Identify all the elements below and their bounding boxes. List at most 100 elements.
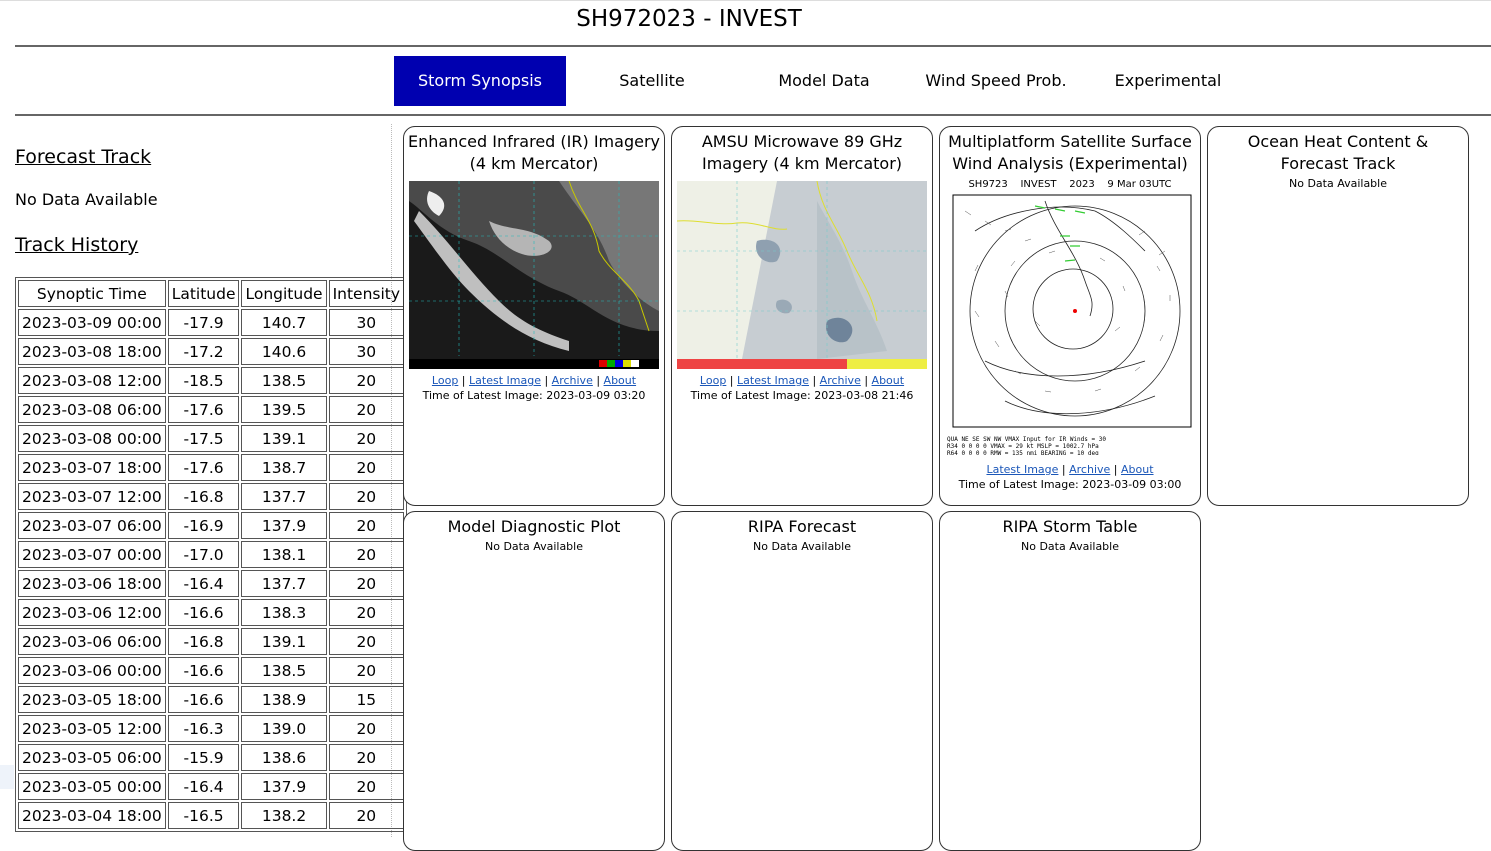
cell-intensity: 20 [328,570,405,597]
cell-latitude: -17.0 [167,541,240,568]
ir-latest-link[interactable]: Latest Image [469,374,541,387]
wind-about-link[interactable]: About [1121,463,1154,476]
ohc-card-title: Ocean Heat Content & Forecast Track [1247,132,1429,173]
ohc-nodata: No Data Available [1288,177,1387,190]
cell-synoptic-time: 2023-03-07 12:00 [18,483,166,510]
table-row: 2023-03-07 18:00 -17.6 138.7 20 [18,454,405,481]
track-history-heading[interactable]: Track History [15,234,138,256]
table-header-row: Synoptic Time Latitude Longitude Intensi… [18,280,405,307]
forecast-track-nodata: No Data Available [15,190,158,209]
table-row: 2023-03-05 18:00 -16.6 138.9 15 [18,686,405,713]
cell-longitude: 138.3 [241,599,327,626]
table-row: 2023-03-08 18:00 -17.2 140.6 30 [18,338,405,365]
cell-latitude: -16.6 [167,599,240,626]
ir-latest-time: Time of Latest Image: 2023-03-09 03:20 [422,389,646,402]
col-latitude: Latitude [167,280,240,307]
ir-loop-link[interactable]: Loop [432,374,458,387]
cell-longitude: 138.1 [241,541,327,568]
cell-intensity: 20 [328,425,405,452]
table-row: 2023-03-07 12:00 -16.8 137.7 20 [18,483,405,510]
cell-longitude: 138.6 [241,744,327,771]
ripa-nodata: No Data Available [752,540,851,553]
page-edge-marker [0,765,14,789]
table-row: 2023-03-06 00:00 -16.6 138.5 20 [18,657,405,684]
wind-analysis-image[interactable]: SH9723 INVEST 2023 9 Mar 03UTC QUA NE SE [945,179,1195,457]
ripa-table-card-title: RIPA Storm Table [1002,517,1138,536]
cell-intensity: 20 [328,396,405,423]
table-row: 2023-03-04 18:00 -16.5 138.2 20 [18,802,405,829]
amsu-imagery-card: AMSU Microwave 89 GHz Imagery (4 km Merc… [671,126,933,506]
amsu-archive-link[interactable]: Archive [820,374,861,387]
cell-intensity: 20 [328,802,405,829]
wind-archive-link[interactable]: Archive [1069,463,1110,476]
diag-card-title: Model Diagnostic Plot [447,517,621,536]
ripa-card-title: RIPA Forecast [747,517,857,536]
cell-synoptic-time: 2023-03-06 06:00 [18,628,166,655]
track-history-table: Synoptic Time Latitude Longitude Intensi… [15,277,408,832]
cell-longitude: 138.2 [241,802,327,829]
svg-text:R64 0 0 0 0 RMW = 1: R64 0 0 0 0 RMW = 135 nmi BEARING = 10 d… [947,450,1099,455]
cell-synoptic-time: 2023-03-04 18:00 [18,802,166,829]
cell-longitude: 139.1 [241,425,327,452]
table-row: 2023-03-08 12:00 -18.5 138.5 20 [18,367,405,394]
amsu-about-link[interactable]: About [872,374,905,387]
ir-satellite-image[interactable] [409,181,659,369]
amsu-latest-link[interactable]: Latest Image [737,374,809,387]
cell-latitude: -16.6 [167,657,240,684]
cell-longitude: 137.7 [241,570,327,597]
cell-longitude: 137.9 [241,773,327,800]
tab-model-data[interactable]: Model Data [738,56,910,106]
cell-longitude: 138.9 [241,686,327,713]
page-title: SH972023 - INVEST [576,6,802,32]
amsu-loop-link[interactable]: Loop [700,374,726,387]
tab-wind-speed-prob[interactable]: Wind Speed Prob. [910,56,1082,106]
tab-experimental[interactable]: Experimental [1082,56,1254,106]
table-row: 2023-03-05 12:00 -16.3 139.0 20 [18,715,405,742]
diag-nodata: No Data Available [484,540,583,553]
cell-intensity: 20 [328,715,405,742]
cell-synoptic-time: 2023-03-07 00:00 [18,541,166,568]
table-row: 2023-03-06 18:00 -16.4 137.7 20 [18,570,405,597]
header-divider [15,45,1491,47]
col-intensity: Intensity [328,280,405,307]
cell-synoptic-time: 2023-03-08 18:00 [18,338,166,365]
amsu-card-title: AMSU Microwave 89 GHz Imagery (4 km Merc… [701,132,903,173]
cell-longitude: 138.5 [241,657,327,684]
forecast-track-heading[interactable]: Forecast Track [15,146,151,168]
cell-intensity: 20 [328,541,405,568]
cell-intensity: 20 [328,367,405,394]
ir-about-link[interactable]: About [604,374,637,387]
ir-archive-link[interactable]: Archive [552,374,593,387]
cell-longitude: 140.6 [241,338,327,365]
wind-analysis-card: Multiplatform Satellite Surface Wind Ana… [939,126,1201,506]
table-row: 2023-03-08 06:00 -17.6 139.5 20 [18,396,405,423]
cell-longitude: 139.5 [241,396,327,423]
ir-imagery-card: Enhanced Infrared (IR) Imagery (4 km Mer… [403,126,665,506]
table-row: 2023-03-09 00:00 -17.9 140.7 30 [18,309,405,336]
col-synoptic-time: Synoptic Time [18,280,166,307]
cell-synoptic-time: 2023-03-08 12:00 [18,367,166,394]
cell-latitude: -18.5 [167,367,240,394]
wind-latest-link[interactable]: Latest Image [986,463,1058,476]
tab-satellite[interactable]: Satellite [566,56,738,106]
ir-card-title: Enhanced Infrared (IR) Imagery (4 km Mer… [408,132,660,173]
wind-card-title: Multiplatform Satellite Surface Wind Ana… [948,132,1192,173]
cell-intensity: 30 [328,338,405,365]
amsu-latest-time: Time of Latest Image: 2023-03-08 21:46 [690,389,914,402]
cell-latitude: -17.6 [167,396,240,423]
cell-intensity: 20 [328,599,405,626]
amsu-links: Loop | Latest Image | Archive | About [699,374,905,387]
tab-storm-synopsis[interactable]: Storm Synopsis [394,56,566,106]
ocean-heat-card: Ocean Heat Content & Forecast Track No D… [1207,126,1469,506]
table-row: 2023-03-06 12:00 -16.6 138.3 20 [18,599,405,626]
microwave-satellite-image[interactable] [677,181,927,369]
cell-intensity: 15 [328,686,405,713]
cell-synoptic-time: 2023-03-05 00:00 [18,773,166,800]
cell-latitude: -16.4 [167,570,240,597]
cell-latitude: -16.3 [167,715,240,742]
cell-latitude: -17.6 [167,454,240,481]
cell-synoptic-time: 2023-03-09 00:00 [18,309,166,336]
cell-longitude: 139.0 [241,715,327,742]
table-row: 2023-03-08 00:00 -17.5 139.1 20 [18,425,405,452]
cell-synoptic-time: 2023-03-08 00:00 [18,425,166,452]
